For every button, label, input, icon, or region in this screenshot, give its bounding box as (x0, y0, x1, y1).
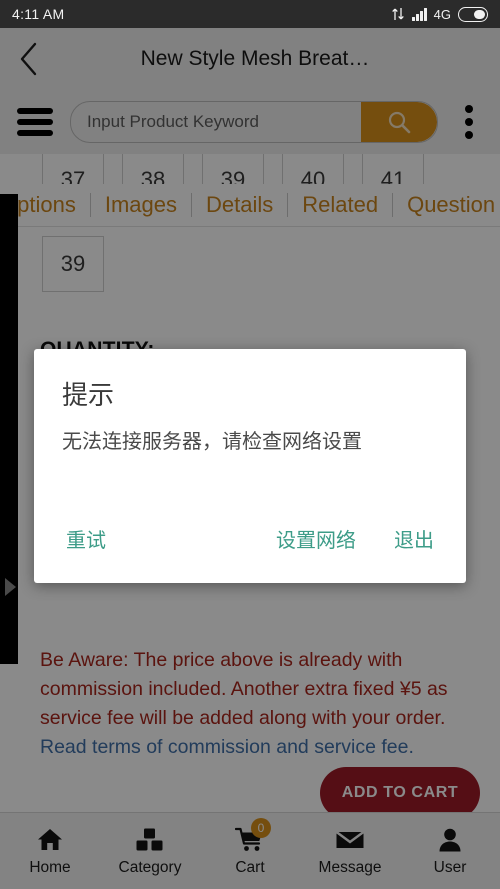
nav-label-home: Home (29, 858, 71, 876)
kebab-menu-icon[interactable] (438, 105, 500, 139)
dialog-retry-button[interactable]: 重试 (62, 518, 110, 559)
status-bar: 4:11 AM 4G (0, 0, 500, 28)
hamburger-icon[interactable] (0, 108, 70, 136)
battery-icon (458, 6, 488, 22)
size-chip[interactable]: 41 (362, 154, 424, 184)
search-button[interactable] (361, 102, 437, 142)
dialog-actions: 重试 设置网络 退出 (62, 518, 438, 569)
dialog-message: 无法连接服务器，请检查网络设置 (62, 431, 362, 453)
envelope-icon (335, 830, 365, 848)
back-button[interactable] (0, 28, 58, 90)
nav-label-message: Message (318, 858, 382, 876)
size-options-row-partial: 37 38 39 40 41 (0, 154, 500, 184)
tab-question[interactable]: Question (393, 193, 500, 217)
selected-size-option[interactable]: 39 (42, 236, 104, 292)
network-type-label: 4G (433, 6, 451, 22)
magnifier-icon (388, 111, 411, 134)
nav-item-category[interactable]: Category (100, 813, 200, 889)
bottom-navigation: Home Category 0 Cart Message User (0, 812, 500, 889)
boxes-icon (136, 828, 163, 850)
signal-icon (412, 7, 427, 21)
nav-label-cart: Cart (235, 858, 265, 876)
commission-notice-text: Be Aware: The price above is already wit… (40, 649, 448, 729)
nav-label-category: Category (118, 858, 182, 876)
dialog-title: 提示 (62, 380, 115, 410)
search-input[interactable] (71, 112, 361, 132)
cart-badge: 0 (251, 817, 271, 838)
network-error-dialog: 提示 无法连接服务器，请检查网络设置 重试 设置网络 退出 (34, 349, 466, 583)
size-chip[interactable]: 38 (122, 154, 184, 184)
size-chip[interactable]: 40 (282, 154, 344, 184)
dialog-exit-button[interactable]: 退出 (390, 518, 438, 559)
title-bar: New Style Mesh Breat… (0, 28, 500, 90)
page-title: New Style Mesh Breat… (140, 47, 370, 70)
phone-screen: 4:11 AM 4G New Style Mesh Breat… Input P… (0, 0, 500, 889)
nav-item-message[interactable]: Message (300, 813, 400, 889)
size-chip[interactable]: 39 (202, 154, 264, 184)
commission-notice: Be Aware: The price above is already wit… (40, 646, 460, 762)
nav-label-user: User (433, 858, 467, 876)
size-chip[interactable]: 37 (42, 154, 104, 184)
side-drawer-handle[interactable] (0, 194, 18, 664)
status-time: 4:11 AM (12, 6, 65, 22)
product-tabs: Options Images Details Related Question (0, 184, 500, 227)
person-icon (439, 828, 461, 851)
tab-related[interactable]: Related (288, 193, 394, 217)
tab-details[interactable]: Details (192, 193, 289, 217)
nav-item-cart[interactable]: 0 Cart (200, 813, 300, 889)
back-chevron-icon (20, 42, 37, 76)
status-icons: 4G (391, 6, 488, 22)
tab-images[interactable]: Images (91, 193, 192, 217)
commission-terms-link[interactable]: Read terms of commission and service fee… (40, 736, 414, 758)
dialog-network-settings-button[interactable]: 设置网络 (272, 518, 360, 559)
home-icon (38, 828, 62, 850)
nav-item-user[interactable]: User (400, 813, 500, 889)
search-field[interactable] (70, 101, 438, 143)
data-sync-icon (392, 8, 404, 20)
search-bar (0, 90, 500, 154)
expand-drawer-arrow-icon (4, 577, 16, 596)
nav-item-home[interactable]: Home (0, 813, 100, 889)
